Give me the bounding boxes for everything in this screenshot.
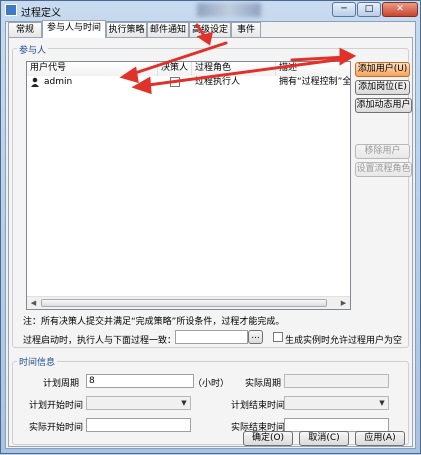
dialog-window: 过程定义 ─ □ ✕ 常规 参与人与时间 执行策略 邮件通知 高级设定 事件 参… [0,0,421,454]
arrow-head-button [339,47,357,66]
arrow-line-to-row [139,57,345,88]
arrow-head-user [119,66,139,84]
annotation-arrows [119,23,357,95]
tab-participants-time[interactable]: 参与人与时间 [42,20,106,38]
arrow-line-to-user [127,41,228,77]
arrow-head-tab [196,31,214,46]
